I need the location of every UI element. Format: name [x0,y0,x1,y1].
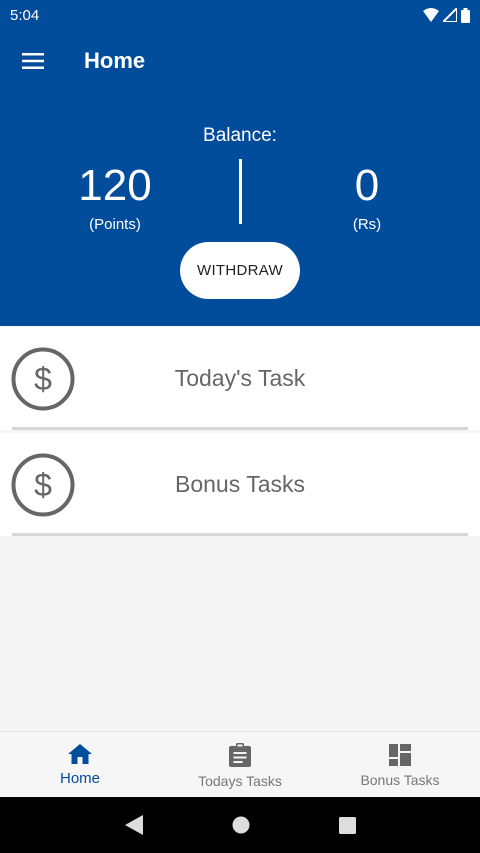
balance-panel: Balance: 120 (Points) 0 (Rs) WITHDRAW [0,92,480,326]
rs-unit: (Rs) [352,216,382,233]
signal-icon [443,8,457,22]
page-title: Home [84,48,146,73]
nav-item-bonus-tasks[interactable]: Bonus Tasks [320,732,480,797]
nav-label-home: Home [59,770,100,787]
hamburger-menu-icon[interactable] [0,30,66,92]
balance-divider [239,159,242,224]
rs-value: 0 [354,161,380,210]
dashboard-icon [389,743,411,766]
app-bar: Home [0,30,480,92]
bottom-navigation: Home Todays Tasks Bonus Tasks [0,731,480,797]
home-circle-icon[interactable] [232,816,250,834]
nav-item-home[interactable]: Home [0,732,160,797]
nav-item-todays-tasks[interactable]: Todays Tasks [160,732,320,797]
nav-label-bonus-tasks: Bonus Tasks [360,771,440,788]
wifi-icon [423,8,439,22]
status-icons [423,7,470,23]
recents-square-icon[interactable] [338,816,356,834]
points-unit: (Points) [89,216,141,233]
bonus-tasks-card[interactable]: $ Bonus Tasks [0,433,480,536]
status-time: 5:04 [10,6,40,24]
home-icon [68,744,92,764]
todays-task-label: Today's Task [174,365,306,391]
todays-task-card[interactable]: $ Today's Task [0,327,480,430]
system-navigation-bar [0,797,480,853]
balance-label: Balance: [203,125,277,146]
clipboard-icon [229,742,251,767]
screen: 5:04 Home Balance: 120 (Points) 0 (Rs) W… [0,0,480,853]
status-bar: 5:04 [0,0,480,30]
back-icon[interactable] [124,815,143,835]
nav-label-todays-tasks: Todays Tasks [198,772,282,789]
battery-icon [461,7,470,23]
rs-balance: 0 (Rs) [267,160,467,233]
points-balance: 120 (Points) [15,160,215,233]
bonus-tasks-label: Bonus Tasks [175,471,305,497]
points-value: 120 [78,161,152,210]
withdraw-button[interactable]: WITHDRAW [180,242,300,299]
